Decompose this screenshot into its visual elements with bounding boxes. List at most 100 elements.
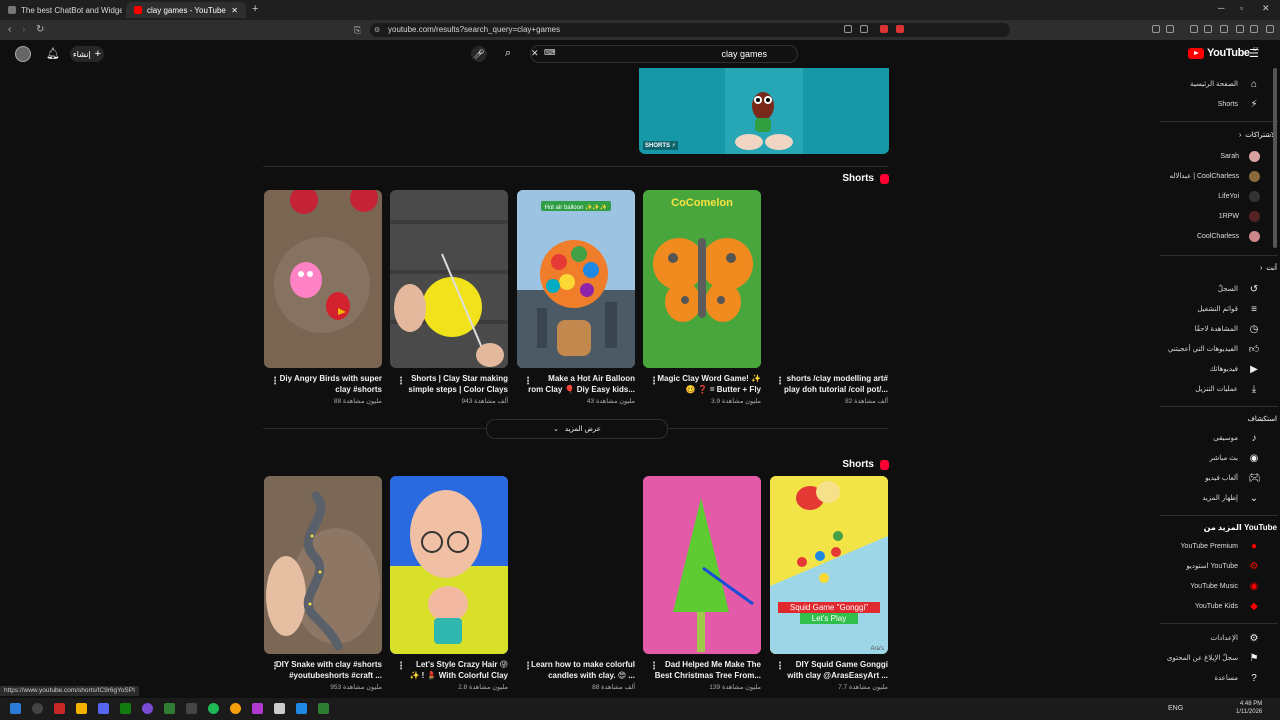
browser-app-icon[interactable] [54,703,65,714]
alert-icon[interactable] [896,25,904,33]
video-title[interactable]: Shorts | Clay Star making simple steps | … [390,373,508,395]
sidebar-item-report-history[interactable]: سجلّ الإبلاغ عن المحتوى ⚑ [1152,651,1260,665]
extension-icon[interactable] [1166,25,1174,33]
app-icon[interactable] [186,703,197,714]
voice-search-mic-icon[interactable]: 🎤︎ [471,46,487,62]
sidebar-item-live[interactable]: بث مباشر ◉ [1152,451,1260,465]
menu-icon[interactable] [1266,25,1274,33]
video-title[interactable]: shorts /clay modelling art# play doh tuto… [770,373,888,395]
maximize-icon[interactable]: ▫ [1240,3,1243,13]
extension-icon[interactable] [844,25,852,33]
shorts-thumbnail[interactable] [390,476,508,654]
video-title[interactable]: Dad Helped Me Make The Best Christmas Tre… [643,659,761,681]
search-input[interactable]: clay games [530,45,798,63]
extension-icon[interactable] [1220,25,1228,33]
bookmark-icon[interactable]: ⎘ [354,24,361,36]
file-explorer-icon[interactable] [76,703,87,714]
video-title[interactable]: Diy Angry Birds with super clay #shorts [264,373,382,395]
shorts-thumbnail[interactable] [264,190,382,368]
reload-icon[interactable]: ↻ [36,24,44,36]
shorts-thumbnail[interactable] [264,476,382,654]
shorts-thumbnail[interactable]: Squid Game "Gonggi" Let's Play Ara's [770,476,888,654]
sidebar-item-history[interactable]: السجلّ ↺ [1152,282,1260,296]
sidebar-item-subscription[interactable]: Sarah [1152,149,1260,163]
xbox-icon[interactable] [120,703,131,714]
sidebar-item-studio[interactable]: استوديو YouTube ⚙ [1152,559,1260,573]
back-icon[interactable]: ‹ [8,24,11,36]
sidebar-item-playlists[interactable]: قوائم التشغيل ≡ [1152,302,1260,316]
video-title[interactable]: DIY Squid Game Gonggi with clay @ArasEasy… [770,659,888,681]
video-title[interactable]: Magic Clay Word Game! ✨ 🥴 ❓ = Butter + Fl… [643,373,761,395]
guide-menu-icon[interactable]: ☰ [1249,47,1259,60]
browser-tab[interactable]: The best ChatBot and Widgets fr [0,2,122,18]
avatar[interactable] [15,46,31,62]
shorts-thumbnail[interactable]: Hot air balloon ✨✨✨ [517,190,635,368]
extension-icon[interactable] [1190,25,1198,33]
sidebar-item-watch-later[interactable]: المشاهدة لاحقًا ◷ [1152,322,1260,336]
app-icon[interactable] [230,703,241,714]
share-icon[interactable] [860,25,868,33]
sidebar-item-premium[interactable]: YouTube Premium ● [1152,539,1260,553]
sidebar-item-shorts[interactable]: Shorts ⚡ [1152,97,1260,111]
page-scrollbar[interactable] [1273,68,1277,248]
subscriptions-header[interactable]: › الاشتراكات [1239,131,1277,139]
youtube-logo[interactable]: YouTube SA [1188,47,1259,59]
settings-icon[interactable] [274,703,285,714]
shorts-thumbnail[interactable] [643,476,761,654]
sidebar-item-your-videos[interactable]: فيديوهاتك ▶ [1152,362,1260,376]
search-icon[interactable] [32,703,43,714]
sidebar-item-show-more[interactable]: إظهار المزيد ⌄ [1152,491,1260,505]
sidebar-item-subscription[interactable]: LifeYoi [1152,189,1260,203]
keyboard-icon[interactable]: ⌨ [544,48,556,57]
clear-search-icon[interactable]: ✕ [531,48,539,59]
new-tab-button[interactable]: + [252,3,258,15]
video-title[interactable]: Learn how to make colorful candles with c… [517,659,635,681]
sidebar-item-music-app[interactable]: YouTube Music ◉ [1152,579,1260,593]
video-title[interactable]: Let's Style Crazy Hair 😜 ✨ ! 💄 With Color… [390,659,508,681]
shorts-thumbnail-loading[interactable] [517,476,635,654]
address-input[interactable]: youtube.com/results?search_query=clay+ga… [370,23,1010,37]
system-clock[interactable]: 4:48 PM 1/11/2026 [1236,700,1262,716]
sidebar-item-kids[interactable]: YouTube Kids ◆ [1152,599,1260,613]
app-icon[interactable] [318,703,329,714]
browser-tab-active[interactable]: clay games - YouTube ✕ [126,2,246,18]
extension-icon[interactable] [1236,25,1244,33]
show-more-button[interactable]: ⌄ عرض المزيد [486,419,668,439]
video-title[interactable]: Make a Hot Air Balloon rom Clay 🎈 Diy Eas… [517,373,635,395]
sidebar-item-subscription[interactable]: 1RPW [1152,209,1260,223]
sidebar-item-settings[interactable]: الإعدادات ⚙ [1152,631,1260,645]
steam-icon[interactable] [296,703,307,714]
forward-icon[interactable]: › [22,24,25,36]
spotify-icon[interactable] [208,703,219,714]
sidebar-item-subscription[interactable]: CoolCharless [1152,229,1260,243]
sidebar-item-music[interactable]: موسيقى ♪ [1152,431,1260,445]
windows-start-icon[interactable] [10,703,21,714]
extension-icon[interactable] [880,25,888,33]
sidebar-item-home[interactable]: الصفحة الرئيسية ⌂ [1152,77,1260,91]
minimize-icon[interactable]: ─ [1218,3,1224,13]
sidebar-item-liked[interactable]: الفيديوهات التي أعجبتني 👍︎ [1152,342,1260,356]
sidebar-item-downloads[interactable]: عمليات التنزيل ⤓ [1152,382,1260,396]
shorts-thumbnail[interactable] [390,190,508,368]
profile-icon[interactable] [1250,25,1258,33]
sidebar-item-gaming[interactable]: ألعاب فيديو 🎮︎ [1152,471,1261,485]
app-icon[interactable] [252,703,263,714]
create-button[interactable]: إنشاء + [70,46,104,62]
you-header[interactable]: › أنت [1260,264,1277,272]
extension-icon[interactable] [1152,25,1160,33]
notifications-bell-icon[interactable]: 🔔︎ [46,47,60,60]
video-title[interactable]: DIY Snake with clay #shorts #youtubeshort… [264,659,382,681]
sidebar-item-help[interactable]: مساعدة? [1152,671,1260,685]
app-icon[interactable] [142,703,153,714]
discord-icon[interactable] [98,703,109,714]
video-thumbnail[interactable]: SHORTS ⚡ [639,68,889,154]
language-indicator[interactable]: ENG [1168,705,1183,712]
shorts-thumbnail[interactable]: CoComelon [643,190,761,368]
site-info-icon[interactable]: ⚙ [374,26,380,34]
app-icon[interactable] [164,703,175,714]
close-window-icon[interactable]: ✕ [1262,3,1270,14]
close-tab-icon[interactable]: ✕ [231,6,238,15]
sidebar-toggle-icon[interactable] [1204,25,1212,33]
search-icon[interactable]: ⌕ [505,47,511,60]
sidebar-item-subscription[interactable]: عبدالاله | CoolCharless [1152,169,1260,183]
